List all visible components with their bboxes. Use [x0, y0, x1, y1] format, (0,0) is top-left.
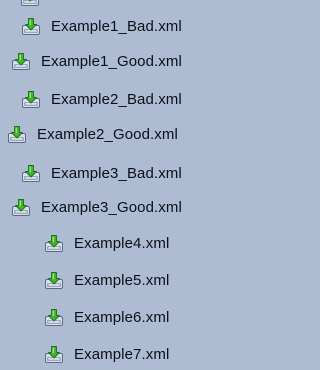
xml-document-download-icon	[21, 17, 41, 37]
xml-document-download-icon	[44, 234, 64, 254]
list-item-example2-good[interactable]: Example2_Good.xml	[7, 124, 178, 146]
list-item-example6[interactable]: Example6.xml	[44, 307, 169, 329]
xml-document-download-icon	[11, 52, 31, 72]
xml-document-download-icon	[21, 90, 41, 110]
file-name: Example3_Bad.xml	[51, 165, 182, 182]
list-item-example1-good[interactable]: Example1_Good.xml	[11, 51, 182, 73]
file-list: Example1_Bad.xml Example1_Good.xml Examp…	[0, 0, 246, 370]
file-name: Example1_Good.xml	[41, 53, 182, 70]
list-item-example1-bad[interactable]: Example1_Bad.xml	[21, 16, 182, 38]
list-item-example2-bad[interactable]: Example2_Bad.xml	[21, 89, 182, 111]
xml-document-download-icon	[44, 308, 64, 328]
file-name: Example6.xml	[74, 309, 170, 326]
file-name: Example5.xml	[74, 272, 170, 289]
file-name: Example1_Bad.xml	[51, 18, 182, 35]
file-name: Example2_Bad.xml	[51, 91, 182, 108]
list-item-example3-good[interactable]: Example3_Good.xml	[11, 197, 182, 219]
xml-document-download-icon	[7, 125, 27, 145]
file-name: Example3_Good.xml	[41, 199, 182, 216]
xml-document-download-icon	[44, 345, 64, 365]
file-name: Example7.xml	[74, 346, 170, 363]
list-item-example4[interactable]: Example4.xml	[44, 233, 169, 255]
list-item-example5[interactable]: Example5.xml	[44, 270, 169, 292]
list-item-example7[interactable]: Example7.xml	[44, 344, 169, 366]
partially-visible-item	[0, 0, 246, 6]
xml-document-download-icon	[44, 271, 64, 291]
xml-document-download-icon	[21, 164, 41, 184]
xml-document-download-icon	[11, 198, 31, 218]
file-name: Example2_Good.xml	[37, 126, 178, 143]
list-item-example3-bad[interactable]: Example3_Bad.xml	[21, 163, 182, 185]
file-name: Example4.xml	[74, 235, 170, 252]
xml-document-download-icon	[20, 0, 40, 6]
